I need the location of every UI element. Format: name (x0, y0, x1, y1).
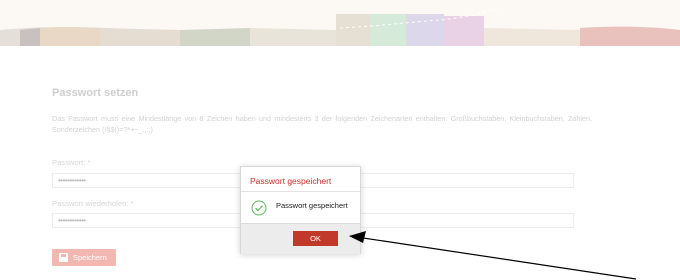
arrow-head-icon (349, 231, 366, 243)
pointer-arrow (349, 231, 637, 280)
